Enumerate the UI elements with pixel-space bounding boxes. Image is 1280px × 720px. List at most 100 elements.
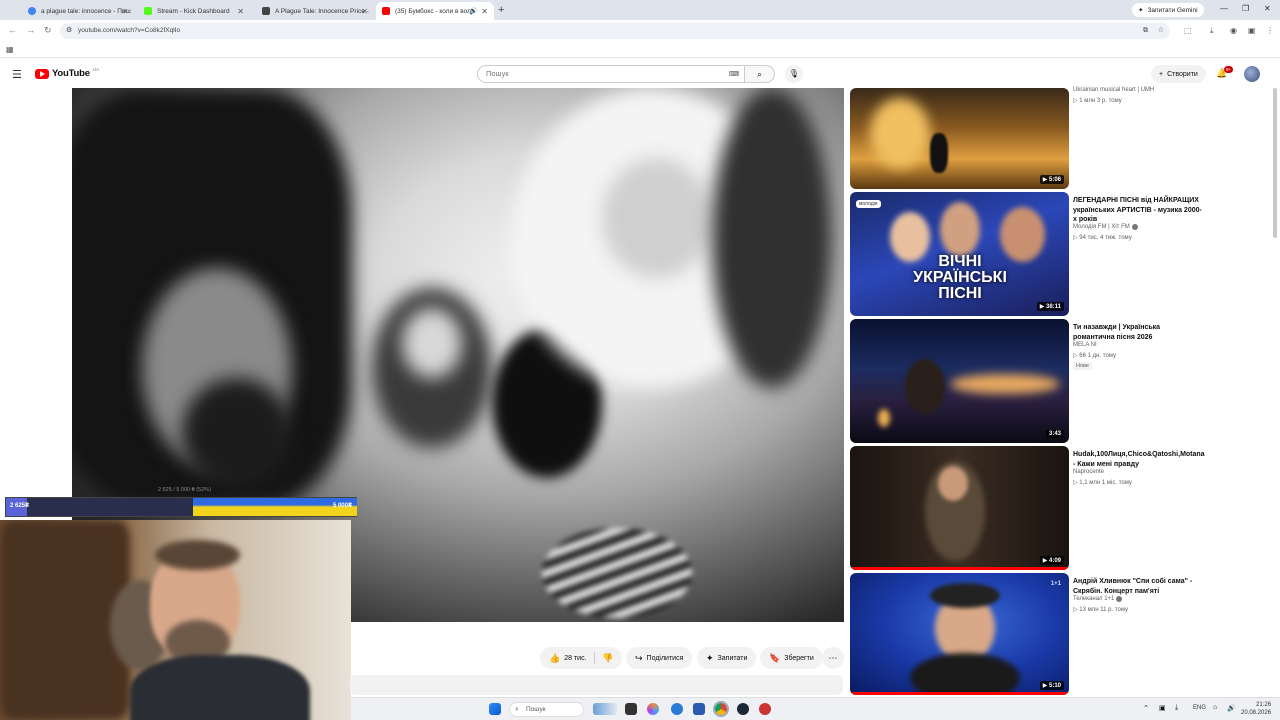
video-shadow-right bbox=[712, 88, 832, 388]
close-tab-icon[interactable]: ✕ bbox=[361, 7, 368, 16]
install-app-icon[interactable]: ⧉ bbox=[1143, 23, 1148, 39]
watch-progress-bar bbox=[850, 692, 1069, 695]
voice-search-button[interactable]: 🎙 bbox=[785, 65, 803, 83]
audio-playing-icon[interactable]: 🔊 bbox=[469, 7, 478, 15]
close-tab-icon[interactable]: ✕ bbox=[481, 7, 488, 16]
ask-label: Запитати bbox=[717, 654, 748, 662]
back-icon[interactable]: ← bbox=[8, 25, 17, 35]
channel-name[interactable]: Молодія FM | Хіт FM bbox=[1073, 224, 1138, 230]
recommendation-3[interactable]: 3:43 Ти назавжди | Українська романтична… bbox=[850, 319, 1210, 443]
page-favicon-icon bbox=[262, 7, 270, 15]
tray-chevron-icon[interactable]: ⌃ bbox=[1143, 704, 1149, 712]
tray-download-icon[interactable]: ⤓ bbox=[1175, 704, 1178, 712]
edge-icon[interactable] bbox=[671, 703, 683, 715]
donation-current-amount: 2 625₴ bbox=[10, 503, 30, 509]
maximize-icon[interactable]: ❐ bbox=[1242, 4, 1249, 13]
keyboard-icon[interactable]: ⌨ bbox=[729, 70, 739, 78]
video-thumbnail[interactable]: ▶ 5:06 bbox=[850, 88, 1069, 189]
thumbnail-cap bbox=[930, 583, 1000, 608]
video-duration: ▶ 38:11 bbox=[1036, 302, 1064, 311]
close-window-icon[interactable]: ✕ bbox=[1264, 4, 1271, 13]
recommendation-1[interactable]: ▶ 5:06 Ukrainian musical heart | UMH ▷ 1… bbox=[850, 65, 1210, 189]
youtube-logo[interactable]: YouTube UA bbox=[35, 67, 99, 79]
url-text: youtube.com/watch?v=Co8k2fXqlIo bbox=[78, 27, 181, 34]
menu-hamburger-icon[interactable]: ☰ bbox=[12, 68, 22, 81]
browser-tab-3[interactable]: A Plague Tale: Innocence Price - ✕ bbox=[256, 2, 374, 20]
video-title[interactable]: ЛЕГЕНДАРНІ ПІСНІ від НАЙКРАЩИХ українськ… bbox=[1073, 196, 1203, 225]
profile-icon[interactable]: ◉ bbox=[1230, 26, 1237, 35]
browser-tab-4-active[interactable]: (35) Бумбокс - коли в воло 🔊 ✕ bbox=[376, 2, 494, 20]
sidebar-scrollbar[interactable] bbox=[1273, 88, 1277, 238]
recommendation-5[interactable]: 1+1 ▶ 5:10 Андрій Хливнюк "Спи собі сама… bbox=[850, 573, 1210, 697]
close-tab-icon[interactable]: ✕ bbox=[237, 7, 244, 16]
minimize-icon[interactable]: — bbox=[1220, 4, 1228, 13]
ask-button[interactable]: ✦ Запитати bbox=[697, 647, 757, 669]
account-avatar[interactable] bbox=[1244, 66, 1260, 82]
thumbs-down-icon[interactable]: 👎 bbox=[602, 653, 613, 664]
network-icon[interactable]: ⌂ bbox=[1213, 704, 1217, 711]
windows-start-icon[interactable] bbox=[489, 703, 501, 715]
gemini-button[interactable]: ✦ Запитати Gemini bbox=[1132, 3, 1204, 17]
video-thumbnail[interactable]: ▶ 4:09 bbox=[850, 446, 1069, 570]
browser-menu-icon[interactable]: ⋮ bbox=[1266, 26, 1274, 35]
store-icon[interactable] bbox=[693, 703, 705, 715]
tray-app-icon[interactable]: ▣ bbox=[1159, 704, 1166, 712]
recommendation-4[interactable]: ▶ 4:09 Hudak,100Лиця,Chico&Qatoshi,Motan… bbox=[850, 446, 1210, 570]
input-language[interactable]: ENG bbox=[1193, 705, 1206, 711]
url-field[interactable]: ⚙ youtube.com/watch?v=Co8k2fXqlIo ⧉ ☆ bbox=[60, 23, 1170, 39]
new-tab-button[interactable]: + bbox=[498, 4, 504, 16]
video-thumbnail[interactable]: 3:43 bbox=[850, 319, 1069, 443]
close-tab-icon[interactable]: ✕ bbox=[121, 7, 128, 16]
video-meta: ▷ 1 млн 3 р. тому bbox=[1073, 98, 1122, 104]
thumbnail-lantern bbox=[878, 409, 890, 427]
volume-icon[interactable]: 🔊 bbox=[1227, 704, 1236, 712]
copilot-icon[interactable] bbox=[647, 703, 659, 715]
widgets-icon[interactable] bbox=[593, 703, 617, 715]
app-icon[interactable] bbox=[759, 703, 771, 715]
share-button[interactable]: ↪ Поділитися bbox=[626, 647, 693, 669]
apps-grid-icon[interactable]: ▦ bbox=[6, 45, 14, 54]
taskbar-search-label: Пошук bbox=[526, 706, 546, 713]
download-icon[interactable]: ⤓ bbox=[1210, 26, 1214, 36]
extension-icon[interactable]: ▣ bbox=[1248, 26, 1256, 35]
channel-name[interactable]: Телеканал 1+1 bbox=[1073, 596, 1123, 602]
forward-icon[interactable]: → bbox=[26, 25, 35, 35]
browser-tab-1[interactable]: a plague tale: innocence - Пош ✕ bbox=[22, 2, 134, 20]
reload-icon[interactable]: ↻ bbox=[44, 25, 52, 36]
channel-name[interactable]: Naprocente bbox=[1073, 469, 1104, 475]
chrome-icon[interactable] bbox=[713, 701, 729, 717]
bookmark-star-icon[interactable]: ☆ bbox=[1158, 23, 1164, 39]
video-thumbnail[interactable]: молодія ВІЧНІ УКРАЇНСЬКІ ПІСНІ ▶ 38:11 bbox=[850, 192, 1069, 316]
microphone-icon: 🎙 bbox=[788, 69, 800, 78]
like-count[interactable]: 28 тис. bbox=[564, 655, 586, 662]
task-view-icon[interactable] bbox=[625, 703, 637, 715]
recommendation-2[interactable]: молодія ВІЧНІ УКРАЇНСЬКІ ПІСНІ ▶ 38:11 Л… bbox=[850, 192, 1210, 316]
steam-icon[interactable] bbox=[737, 703, 749, 715]
channel-name[interactable]: Ukrainian musical heart | UMH bbox=[1073, 87, 1154, 93]
video-title[interactable]: Ти назавжди | Українська романтична пісн… bbox=[1073, 323, 1203, 342]
thumbnail-couple bbox=[930, 133, 948, 173]
notification-count-badge: 9+ bbox=[1224, 66, 1234, 73]
donation-goal-bar: 2 625₴ 5 000₴ bbox=[5, 497, 357, 517]
site-info-icon[interactable]: ⚙ bbox=[66, 23, 72, 39]
search-button[interactable]: ⌕ bbox=[745, 65, 775, 83]
taskbar-search[interactable]: ⌕ Пошук bbox=[509, 702, 584, 717]
gemini-star-icon: ✦ bbox=[1138, 7, 1144, 14]
search-icon: ⌕ bbox=[515, 706, 519, 713]
browser-tab-2[interactable]: Stream - Kick Dashboard ✕ bbox=[138, 2, 250, 20]
channel-name[interactable]: MELA NI bbox=[1073, 342, 1097, 348]
search-input[interactable]: Пошук bbox=[477, 65, 745, 83]
more-actions-button[interactable]: ⋯ bbox=[822, 647, 844, 669]
video-description-box[interactable] bbox=[350, 675, 843, 695]
video-title[interactable]: Hudak,100Лиця,Chico&Qatoshi,Motana - Каж… bbox=[1073, 450, 1205, 469]
save-button[interactable]: 🔖 Зберегти bbox=[760, 647, 823, 669]
thumbs-up-icon[interactable]: 👍 bbox=[549, 653, 560, 664]
extensions-icon[interactable]: ⬚ bbox=[1184, 26, 1192, 35]
video-thumbnail[interactable]: 1+1 ▶ 5:10 bbox=[850, 573, 1069, 695]
channel-name-text: Ukrainian musical heart | UMH bbox=[1073, 87, 1155, 93]
video-duration: ▶ 5:06 bbox=[1039, 175, 1064, 184]
video-title[interactable]: Андрій Хливнюк "Спи собі сама" - Скрябін… bbox=[1073, 577, 1203, 596]
system-clock[interactable]: 21:26 20.08.2026 bbox=[1241, 701, 1271, 717]
youtube-logo-text: YouTube bbox=[52, 68, 90, 79]
donation-goal-caption: 2 625 / 5 000 ₴ (52%) bbox=[158, 487, 211, 493]
